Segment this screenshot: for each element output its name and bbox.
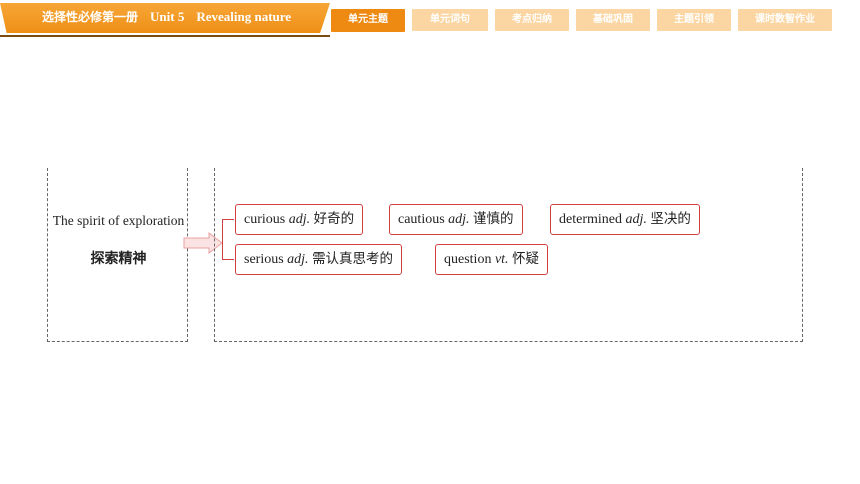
book-title: 选择性必修第一册	[42, 10, 139, 24]
tab-unit-vocabulary[interactable]: 单元词句	[412, 9, 488, 31]
vocab-item: determined adj. 坚决的	[550, 204, 700, 235]
vocab-item: curious adj. 好奇的	[235, 204, 364, 235]
vocab-item: cautious adj. 谨慎的	[389, 204, 523, 235]
vocab-word: serious	[244, 252, 284, 267]
vocab-pos: vt.	[494, 252, 509, 267]
vocab-pos: adj.	[287, 252, 309, 267]
vocab-meaning: 怀疑	[512, 251, 540, 267]
vocab-pos: adj.	[625, 212, 647, 227]
vocab-item: serious adj. 需认真思考的	[235, 244, 403, 275]
tab-theme-guide[interactable]: 主题引领	[657, 9, 731, 31]
vocab-word: curious	[244, 212, 286, 227]
section-nav: 单元主题 单元词句 考点归纳 基础巩固 主题引领 课时数智作业	[331, 9, 832, 32]
header-underline	[0, 35, 330, 37]
vocab-pos: adj.	[448, 212, 470, 227]
vocab-word: question	[444, 252, 492, 267]
bracket-connector	[222, 219, 234, 260]
vocab-meaning: 需认真思考的	[312, 251, 394, 267]
tab-basic-review[interactable]: 基础巩固	[576, 9, 650, 31]
tab-unit-theme[interactable]: 单元主题	[331, 9, 405, 32]
vocab-item: question vt. 怀疑	[435, 244, 549, 275]
tab-homework[interactable]: 课时数智作业	[738, 9, 832, 31]
tab-key-points[interactable]: 考点归纳	[495, 9, 569, 31]
topic-panel: The spirit of exploration 探索精神	[47, 168, 188, 342]
unit-number: Unit 5	[150, 9, 185, 24]
topic-english: The spirit of exploration	[52, 213, 185, 228]
header-bar: 选择性必修第一册 Unit 5 Revealing nature 单元主题 单元词句…	[0, 0, 860, 37]
vocab-word: cautious	[398, 212, 445, 227]
course-title: 选择性必修第一册 Unit 5 Revealing nature	[0, 3, 330, 33]
topic-chinese: 探索精神	[90, 251, 147, 267]
vocab-meaning: 好奇的	[313, 211, 355, 227]
vocab-word: determined	[559, 212, 622, 227]
unit-name: Revealing nature	[196, 9, 292, 24]
vocab-meaning: 谨慎的	[473, 211, 514, 227]
vocab-meaning: 坚决的	[650, 211, 691, 227]
vocab-pos: adj.	[288, 212, 311, 227]
